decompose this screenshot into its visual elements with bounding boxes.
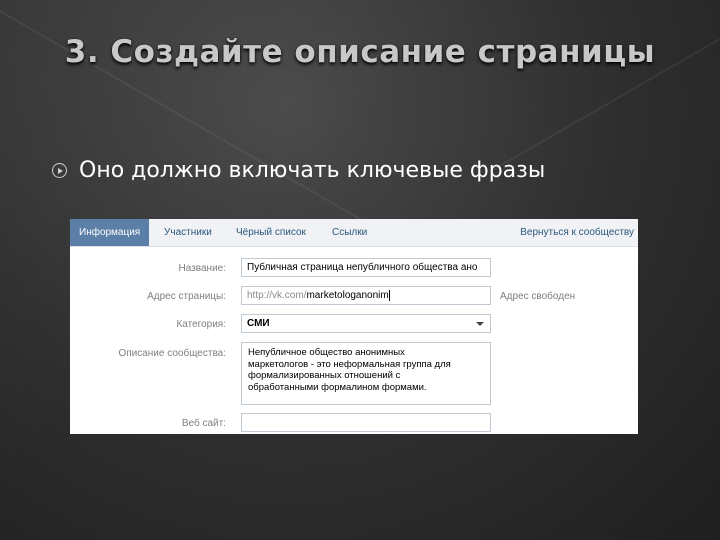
vk-community-settings-screenshot: Информация Участники Чёрный список Ссылк…	[70, 219, 638, 434]
slide-title: 3. Создайте описание страницы	[64, 34, 656, 70]
tab-links[interactable]: Ссылки	[332, 219, 367, 246]
address-prefix: http://vk.com/	[247, 290, 307, 301]
circle-play-bullet-icon	[52, 163, 67, 178]
tab-info[interactable]: Информация	[70, 219, 150, 246]
bullet-text: Оно должно включать ключевые фразы	[79, 158, 546, 183]
description-textarea[interactable]: Непубличное общество анонимных маркетоло…	[241, 342, 491, 405]
address-label: Адрес страницы:	[147, 291, 226, 302]
address-value: marketologanonim	[306, 290, 389, 301]
website-label: Веб сайт:	[181, 418, 226, 429]
category-select[interactable]: СМИ	[241, 314, 491, 333]
description-line: обработанными формалином формами.	[248, 381, 427, 393]
address-input[interactable]: http://vk.com/marketologanonim	[241, 286, 491, 305]
back-to-community-link[interactable]: Вернуться к сообществу	[520, 219, 634, 246]
tab-bar: Информация Участники Чёрный список Ссылк…	[70, 219, 638, 247]
tab-members[interactable]: Участники	[164, 219, 212, 246]
bullet-item: Оно должно включать ключевые фразы	[52, 158, 545, 183]
name-input[interactable]: Публичная страница непубличного общества…	[241, 258, 491, 277]
category-selected-value: СМИ	[247, 318, 270, 329]
description-line: маркетологов - это неформальная группа д…	[248, 358, 451, 370]
tab-blacklist[interactable]: Чёрный список	[236, 219, 306, 246]
text-cursor	[388, 289, 390, 301]
category-label: Категория:	[176, 319, 226, 330]
description-line: Непубличное общество анонимных	[248, 347, 405, 358]
chevron-down-icon	[476, 322, 484, 326]
address-availability-hint: Адрес свободен	[500, 291, 576, 302]
website-input[interactable]	[241, 413, 491, 432]
description-label: Описание сообщества:	[118, 348, 226, 359]
description-line: формализированных отношений с	[248, 370, 401, 381]
name-label: Название:	[178, 263, 226, 274]
